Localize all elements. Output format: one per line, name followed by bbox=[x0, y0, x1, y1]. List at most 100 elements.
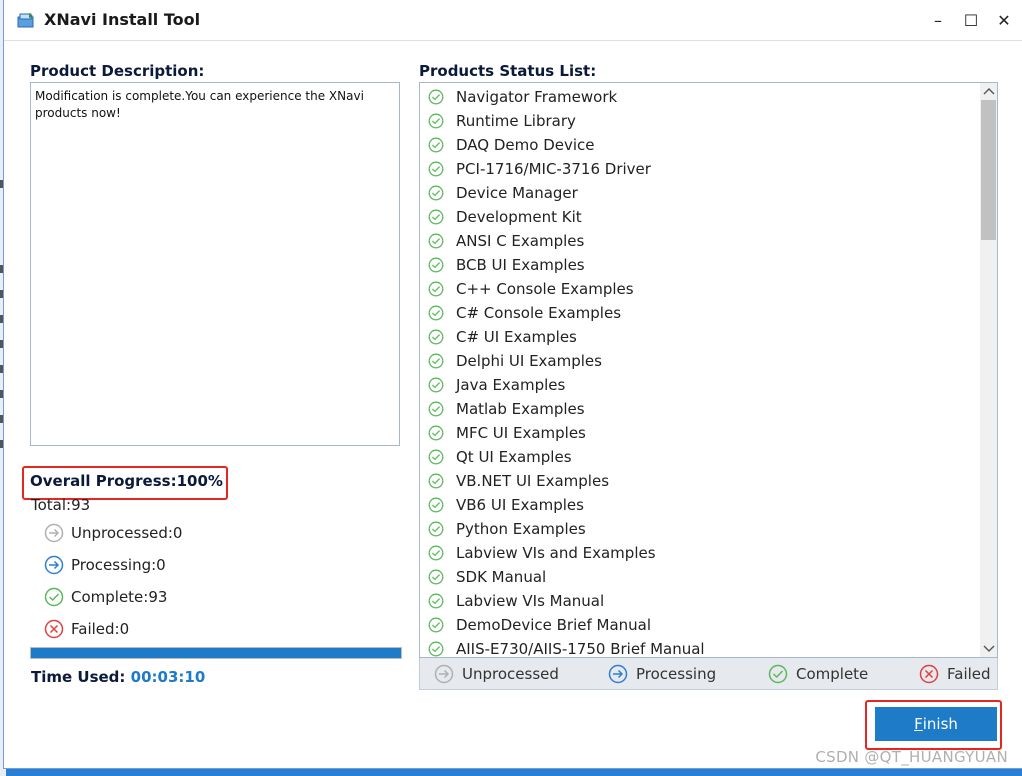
check-circle-icon bbox=[428, 329, 444, 345]
status-list-item-label: BCB UI Examples bbox=[456, 256, 585, 274]
status-items-container: Navigator Framework Runtime Library DAQ De… bbox=[420, 85, 980, 658]
check-circle-icon bbox=[428, 257, 444, 273]
status-list-item-label: DemoDevice Brief Manual bbox=[456, 616, 652, 634]
status-list-item[interactable]: SDK Manual bbox=[420, 565, 980, 589]
progress-bar-fill bbox=[31, 648, 401, 658]
legend-processing-label: Processing bbox=[636, 665, 717, 683]
check-circle-icon bbox=[428, 377, 444, 393]
status-list-item[interactable]: Labview VIs Manual bbox=[420, 589, 980, 613]
status-list-item-label: VB.NET UI Examples bbox=[456, 472, 610, 490]
status-list-item[interactable]: PCI-1716/MIC-3716 Driver bbox=[420, 157, 980, 181]
failed-stat: Failed:0 bbox=[44, 618, 129, 640]
status-list-item[interactable]: MFC UI Examples bbox=[420, 421, 980, 445]
status-list-item[interactable]: BCB UI Examples bbox=[420, 253, 980, 277]
status-list-item-label: AIIS-E730/AIIS-1750 Brief Manual bbox=[456, 640, 705, 658]
check-circle-icon bbox=[428, 89, 444, 105]
watermark: CSDN @QT_HUANGYUAN bbox=[815, 748, 1008, 766]
minimize-button[interactable]: – bbox=[922, 5, 954, 35]
arrow-right-circle-gray-icon bbox=[434, 664, 454, 684]
status-list-item[interactable]: VB6 UI Examples bbox=[420, 493, 980, 517]
status-list-item-label: C++ Console Examples bbox=[456, 280, 634, 298]
status-list-item-label: Java Examples bbox=[456, 376, 566, 394]
close-button[interactable]: ✕ bbox=[988, 5, 1020, 35]
status-list-item[interactable]: Qt UI Examples bbox=[420, 445, 980, 469]
status-list-item[interactable]: C# Console Examples bbox=[420, 301, 980, 325]
maximize-icon: ☐ bbox=[963, 10, 979, 30]
failed-stat-text: Failed:0 bbox=[71, 620, 130, 638]
status-list-item-label: PCI-1716/MIC-3716 Driver bbox=[456, 160, 651, 178]
check-circle-icon bbox=[428, 569, 444, 585]
status-list-item-label: Matlab Examples bbox=[456, 400, 585, 418]
window-title: XNavi Install Tool bbox=[44, 10, 201, 29]
status-list-item[interactable]: ANSI C Examples bbox=[420, 229, 980, 253]
check-circle-icon bbox=[428, 449, 444, 465]
status-list-item[interactable]: C++ Console Examples bbox=[420, 277, 980, 301]
chevron-down-icon bbox=[983, 645, 994, 652]
status-list-item[interactable]: Delphi UI Examples bbox=[420, 349, 980, 373]
legend-complete-label: Complete bbox=[796, 665, 869, 683]
status-list-item[interactable]: Navigator Framework bbox=[420, 85, 980, 109]
check-circle-icon bbox=[428, 545, 444, 561]
status-list-item[interactable]: VB.NET UI Examples bbox=[420, 469, 980, 493]
products-status-list-label: Products Status List: bbox=[419, 62, 597, 80]
complete-stat-text: Complete:93 bbox=[71, 588, 168, 606]
title-bar[interactable]: XNavi Install Tool – ☐ ✕ bbox=[4, 0, 1022, 41]
time-used-label: Time Used: bbox=[31, 668, 126, 686]
maximize-button[interactable]: ☐ bbox=[955, 5, 987, 35]
status-list-item-label: VB6 UI Examples bbox=[456, 496, 584, 514]
scroll-down-button[interactable] bbox=[980, 641, 997, 657]
arrow-right-circle-icon bbox=[44, 555, 64, 575]
status-list-item-label: MFC UI Examples bbox=[456, 424, 586, 442]
status-list-item[interactable]: Python Examples bbox=[420, 517, 980, 541]
complete-stat: Complete:93 bbox=[44, 586, 167, 608]
product-description-text: Modification is complete.You can experie… bbox=[35, 89, 364, 120]
unprocessed-stat-text: Unprocessed:0 bbox=[71, 524, 183, 542]
legend-processing: Processing bbox=[608, 664, 716, 684]
status-list-item-label: DAQ Demo Device bbox=[456, 136, 595, 154]
status-list-item-label: Qt UI Examples bbox=[456, 448, 572, 466]
vertical-scrollbar[interactable] bbox=[980, 83, 997, 657]
finish-button-label: inish bbox=[922, 715, 958, 733]
legend-unprocessed: Unprocessed bbox=[434, 664, 559, 684]
processing-stat-text: Processing:0 bbox=[71, 556, 166, 574]
check-circle-icon bbox=[428, 521, 444, 537]
status-list-item[interactable]: Labview VIs and Examples bbox=[420, 541, 980, 565]
time-used-value: 00:03:10 bbox=[130, 668, 206, 686]
status-list-item-label: Device Manager bbox=[456, 184, 578, 202]
status-list-item[interactable]: DAQ Demo Device bbox=[420, 133, 980, 157]
scroll-thumb[interactable] bbox=[981, 100, 996, 240]
check-circle-icon bbox=[428, 473, 444, 489]
status-list-item-label: Development Kit bbox=[456, 208, 582, 226]
status-list-item[interactable]: Device Manager bbox=[420, 181, 980, 205]
legend-unprocessed-label: Unprocessed bbox=[462, 665, 559, 683]
status-list-item[interactable]: Java Examples bbox=[420, 373, 980, 397]
check-circle-icon bbox=[428, 425, 444, 441]
minimize-icon: – bbox=[934, 10, 942, 30]
finish-button-mnemonic: F bbox=[914, 715, 923, 733]
check-circle-icon bbox=[428, 305, 444, 321]
check-circle-icon bbox=[428, 401, 444, 417]
legend-complete: Complete bbox=[768, 664, 868, 684]
scroll-up-button[interactable] bbox=[980, 83, 997, 99]
check-circle-icon bbox=[428, 113, 444, 129]
status-list-item-label: ANSI C Examples bbox=[456, 232, 585, 250]
status-list-item[interactable]: AIIS-E730/AIIS-1750 Brief Manual bbox=[420, 637, 980, 658]
check-circle-icon bbox=[428, 233, 444, 249]
status-list-item[interactable]: Development Kit bbox=[420, 205, 980, 229]
legend-failed-label: Failed bbox=[947, 665, 991, 683]
finish-button[interactable]: Finish bbox=[875, 707, 997, 741]
status-list-item[interactable]: Runtime Library bbox=[420, 109, 980, 133]
x-circle-icon bbox=[919, 664, 939, 684]
check-circle-icon bbox=[768, 664, 788, 684]
product-description-label: Product Description: bbox=[30, 62, 205, 80]
check-circle-icon bbox=[428, 641, 444, 657]
products-status-list[interactable]: Navigator Framework Runtime Library DAQ De… bbox=[419, 82, 998, 658]
status-list-item[interactable]: DemoDevice Brief Manual bbox=[420, 613, 980, 637]
unprocessed-stat: Unprocessed:0 bbox=[44, 522, 182, 544]
product-description-box[interactable]: Modification is complete.You can experie… bbox=[30, 82, 400, 446]
status-list-item[interactable]: C# UI Examples bbox=[420, 325, 980, 349]
check-circle-icon bbox=[428, 353, 444, 369]
status-list-item[interactable]: Matlab Examples bbox=[420, 397, 980, 421]
status-list-item-label: Python Examples bbox=[456, 520, 586, 538]
status-list-item-label: SDK Manual bbox=[456, 568, 547, 586]
